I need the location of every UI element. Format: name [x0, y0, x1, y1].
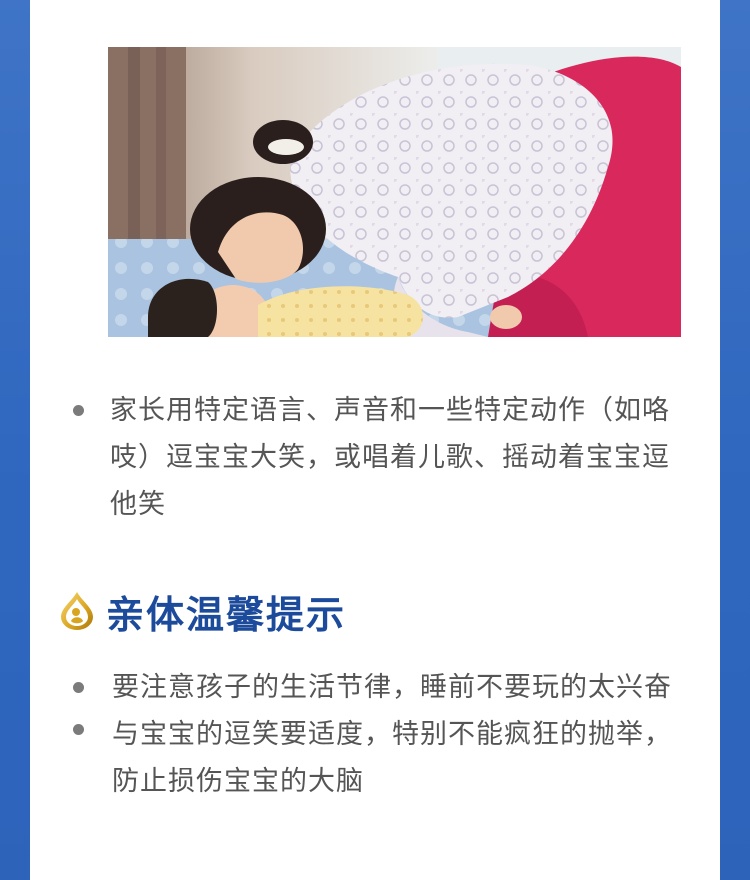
mother-baby-photo — [108, 47, 681, 337]
bullet-dot-icon — [73, 682, 84, 693]
list-item: 要注意孩子的生活节律，睡前不要玩的太兴奋 — [30, 664, 720, 711]
list-item-text: 与宝宝的逗笑要适度，特别不能疯狂的抛举，防止损伤宝宝的大脑 — [112, 719, 672, 797]
bullet-dot-icon — [73, 724, 84, 735]
tips-section-heading: 亲体温馨提示 — [60, 586, 347, 637]
tips-bullet-list: 要注意孩子的生活节律，睡前不要玩的太兴奋 与宝宝的逗笑要适度，特别不能疯狂的抛举… — [30, 664, 720, 805]
bullet-dot-icon — [73, 405, 84, 416]
list-item: 家长用特定语言、声音和一些特定动作（如咯吱）逗宝宝大笑，或唱着儿歌、摇动着宝宝逗… — [30, 387, 720, 528]
intro-bullet-list: 家长用特定语言、声音和一些特定动作（如咯吱）逗宝宝大笑，或唱着儿歌、摇动着宝宝逗… — [30, 387, 720, 528]
list-item-text: 家长用特定语言、声音和一些特定动作（如咯吱）逗宝宝大笑，或唱着儿歌、摇动着宝宝逗… — [110, 395, 670, 520]
content-card: 家长用特定语言、声音和一些特定动作（如咯吱）逗宝宝大笑，或唱着儿歌、摇动着宝宝逗… — [30, 0, 720, 880]
list-item: 与宝宝的逗笑要适度，特别不能疯狂的抛举，防止损伤宝宝的大脑 — [30, 711, 720, 805]
list-item-text: 要注意孩子的生活节律，睡前不要玩的太兴奋 — [112, 672, 672, 703]
gold-drop-icon — [61, 592, 93, 630]
section-title: 亲体温馨提示 — [106, 592, 347, 637]
